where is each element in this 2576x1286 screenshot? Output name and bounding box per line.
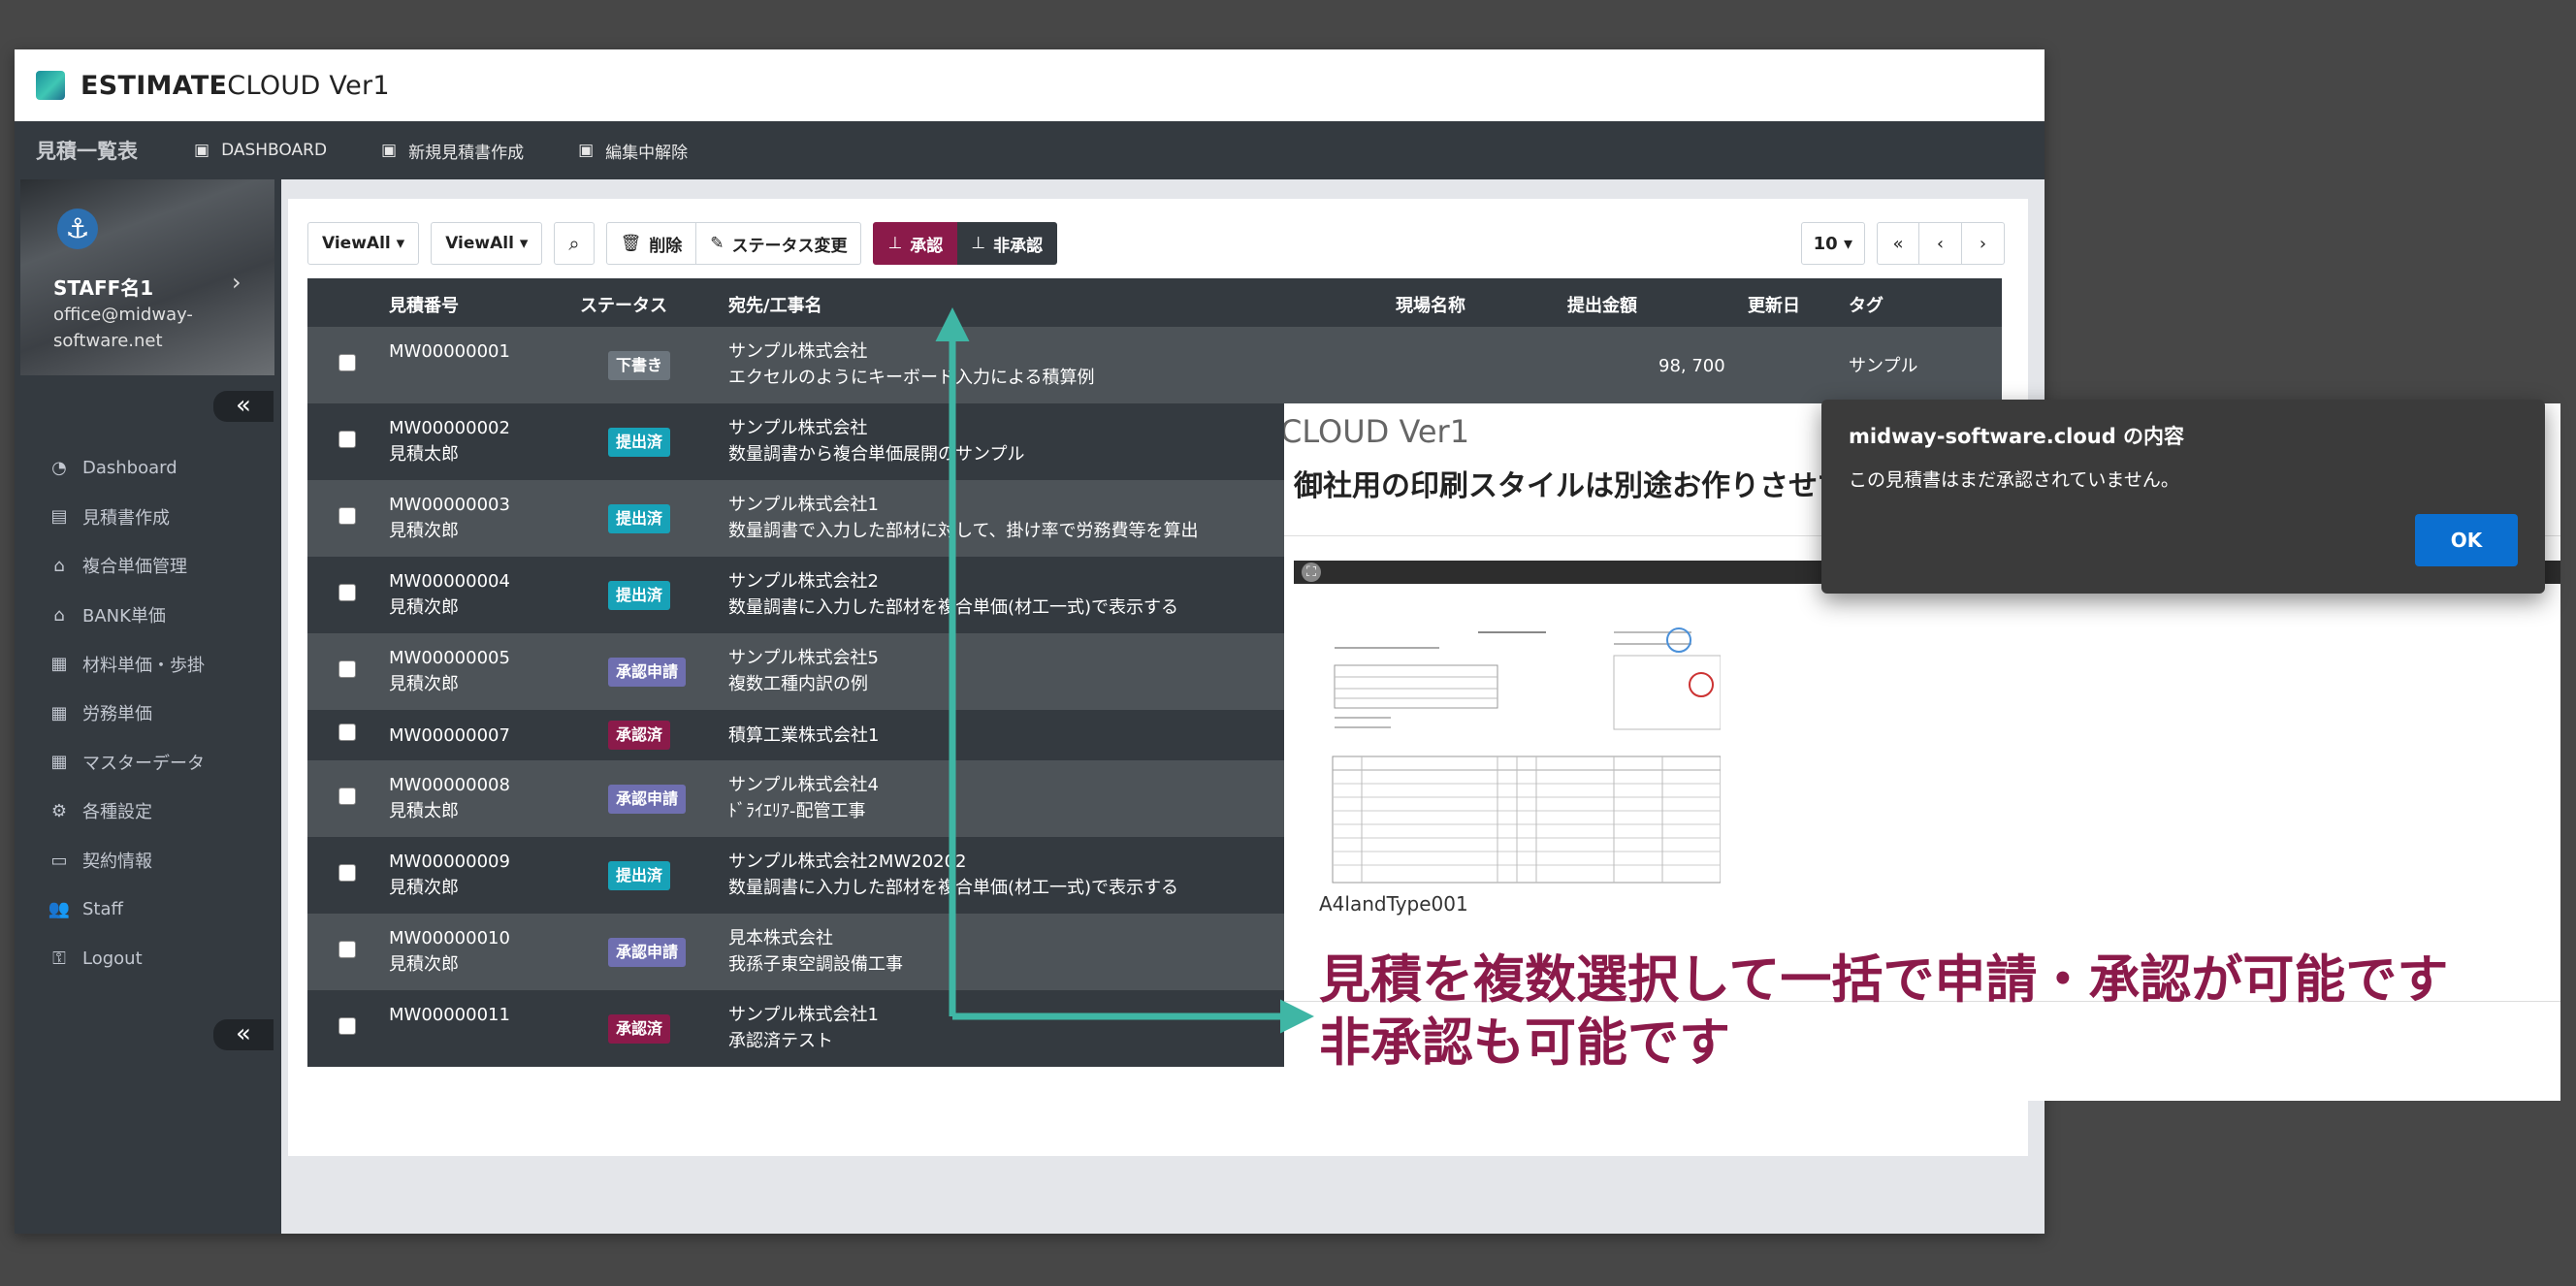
annotation-arrow — [935, 307, 1314, 1034]
dialog-title: midway-software.cloud の内容 — [1849, 425, 2185, 448]
alert-dialog: midway-software.cloud の内容 この見積書はまだ承認されてい… — [1821, 400, 2545, 594]
dialog-message: この見積書はまだ承認されていません。 — [1849, 469, 2179, 491]
dialog-ok-button[interactable]: OK — [2415, 514, 2518, 566]
